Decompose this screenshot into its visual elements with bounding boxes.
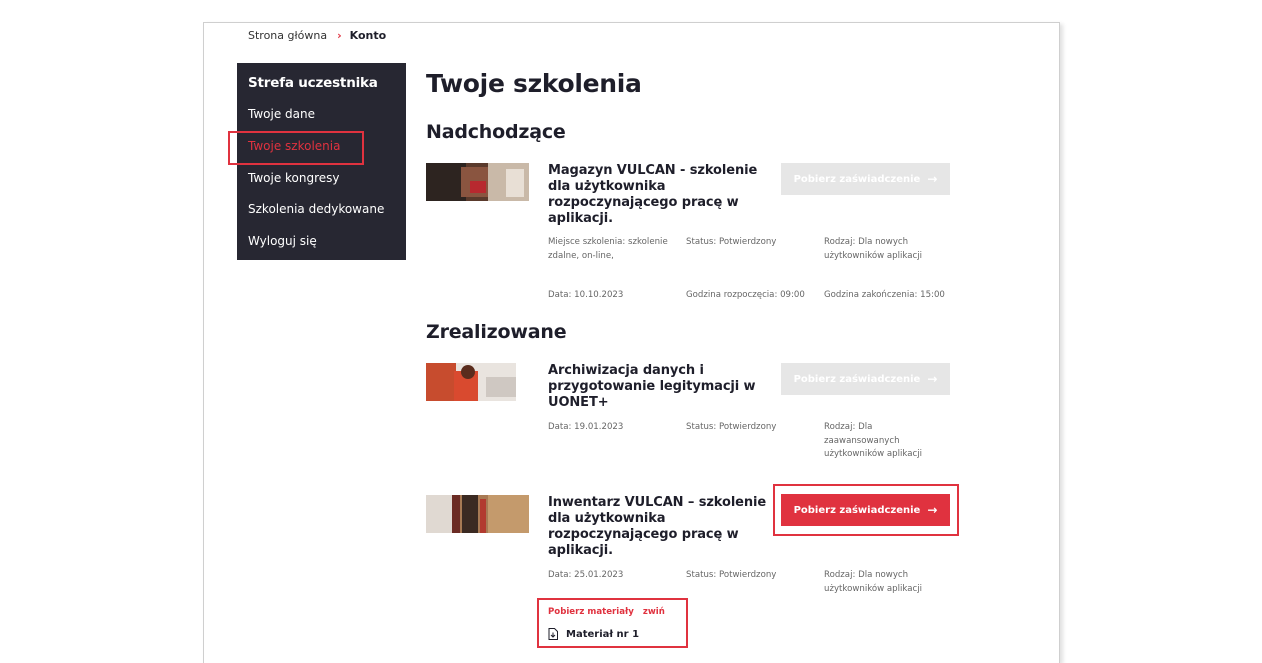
sidebar-item-twoje-dane[interactable]: Twoje dane [248,107,315,121]
course-status: Status: Potwierdzony [686,422,777,432]
course-title[interactable]: Magazyn VULCAN - szkolenie dla użytkowni… [548,163,768,227]
course-date: Data: 25.01.2023 [548,570,624,580]
account-sidebar: Strefa uczestnika Twoje dane Twoje szkol… [237,63,406,260]
download-certificate-label: Pobierz zaświadczenie [793,373,921,385]
arrow-right-icon: → [927,503,938,517]
download-certificate-label: Pobierz zaświadczenie [793,504,921,516]
sidebar-item-wyloguj[interactable]: Wyloguj się [248,234,317,248]
course-thumbnail [426,163,529,201]
course-start-time: Godzina rozpoczęcia: 09:00 [686,290,805,300]
download-certificate-button[interactable]: Pobierz zaświadczenie → [781,494,950,526]
section-title-completed: Zrealizowane [426,321,567,343]
course-title[interactable]: Inwentarz VULCAN – szkolenie dla użytkow… [548,495,768,559]
course-kind: Rodzaj: Dla zaawansowanych użytkowników … [824,422,922,459]
course-kind: Rodzaj: Dla nowych użytkowników aplikacj… [824,237,922,261]
breadcrumb: Strona główna › Konto [248,29,386,42]
course-status: Status: Potwierdzony [686,570,777,580]
download-certificate-button-disabled: Pobierz zaświadczenie → [781,363,950,395]
download-materials-link[interactable]: Pobierz materiały [548,607,634,617]
course-date: Data: 19.01.2023 [548,422,624,432]
course-thumbnail [426,363,529,401]
breadcrumb-separator-icon: › [337,29,342,42]
arrow-right-icon: → [927,172,938,186]
download-certificate-button-disabled: Pobierz zaświadczenie → [781,163,950,195]
download-file-icon [548,628,558,640]
page-container: Strona główna › Konto Strefa uczestnika … [203,22,1060,663]
page-title: Twoje szkolenia [426,69,642,98]
course-end-time: Godzina zakończenia: 15:00 [824,290,945,300]
sidebar-item-twoje-kongresy[interactable]: Twoje kongresy [248,171,340,185]
material-name: Materiał nr 1 [566,628,640,640]
breadcrumb-current: Konto [349,29,387,42]
section-title-upcoming: Nadchodzące [426,121,566,143]
course-thumbnail [426,495,529,533]
sidebar-item-twoje-szkolenia[interactable]: Twoje szkolenia [248,139,340,153]
collapse-materials-link[interactable]: zwiń [643,607,665,617]
breadcrumb-home-link[interactable]: Strona główna [248,29,327,42]
material-item[interactable]: Materiał nr 1 [548,628,639,640]
course-place: Miejsce szkolenia: szkolenie zdalne, on-… [548,237,668,261]
course-kind: Rodzaj: Dla nowych użytkowników aplikacj… [824,570,922,594]
course-status: Status: Potwierdzony [686,237,777,247]
course-title[interactable]: Archiwizacja danych i przygotowanie legi… [548,363,768,411]
sidebar-item-szkolenia-dedykowane[interactable]: Szkolenia dedykowane [248,202,384,216]
sidebar-title: Strefa uczestnika [248,75,378,91]
materials-toggle: Pobierz materiały zwiń [548,607,665,617]
course-date: Data: 10.10.2023 [548,290,624,300]
download-certificate-label: Pobierz zaświadczenie [793,173,921,185]
arrow-right-icon: → [927,372,938,386]
highlight-box [537,598,688,648]
